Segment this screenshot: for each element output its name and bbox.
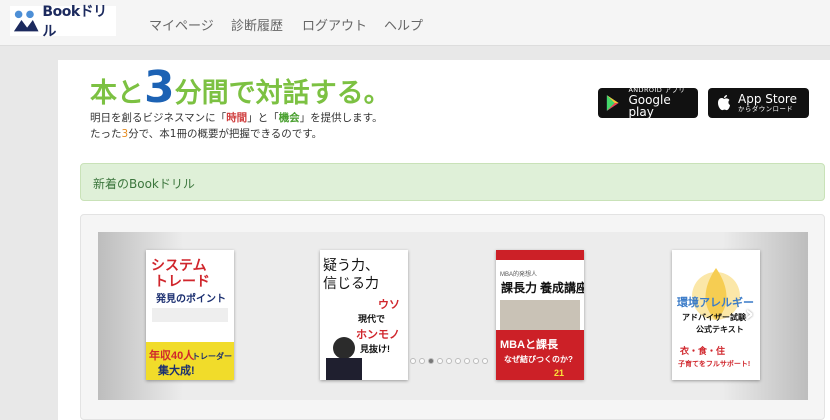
- navbar: Bookドリル マイページ 診断履歴 ログアウト ヘルプ: [0, 0, 830, 46]
- carousel-dot[interactable]: [437, 358, 443, 364]
- brand-name: Bookドリル: [42, 4, 107, 40]
- carousel-next-icon[interactable]: ›: [745, 302, 754, 327]
- google-play-button[interactable]: ANDROID アプリ Google play: [598, 87, 698, 119]
- new-books-header: 新着のBookドリル: [80, 163, 825, 201]
- svg-text:アドバイザー試験: アドバイザー試験: [682, 312, 747, 322]
- hero-subline-2: たった3分で、本1冊の概要が把握できるのです。: [90, 128, 323, 140]
- carousel-dot[interactable]: [482, 358, 488, 364]
- book-cover-2-art: 疑う力、 信じる力 ウソ 現代で ホンモノ 見抜け!: [320, 250, 408, 380]
- carousel-indicators: [410, 358, 488, 364]
- svg-text:集大成!: 集大成!: [157, 363, 195, 377]
- apple-icon: [718, 95, 730, 111]
- brand-logo[interactable]: Bookドリル: [10, 4, 116, 40]
- svg-text:トレーダー: トレーダー: [192, 351, 232, 361]
- svg-text:子育てをフルサポート!: 子育てをフルサポート!: [678, 359, 750, 368]
- svg-text:システム: システム: [151, 257, 207, 273]
- svg-text:ホンモノ: ホンモノ: [356, 328, 400, 341]
- svg-text:見抜け!: 見抜け!: [359, 343, 390, 354]
- book-carousel[interactable]: システム トレード 発見のポイント 年収40人 トレーダー 集大成! 疑う力、 …: [98, 232, 808, 400]
- carousel-dot[interactable]: [464, 358, 470, 364]
- svg-text:MBAと課長: MBAと課長: [500, 337, 559, 351]
- hero-subline-1: 明日を創るビジネスマンに「時間」と「機会」を提供します。: [90, 112, 383, 124]
- svg-text:衣・食・住: 衣・食・住: [680, 345, 725, 356]
- svg-text:トレード: トレード: [154, 273, 210, 289]
- nav-mypage[interactable]: マイページ: [149, 15, 214, 34]
- svg-text:環境アレルギー: 環境アレルギー: [677, 295, 754, 309]
- book-cover-2[interactable]: 疑う力、 信じる力 ウソ 現代で ホンモノ 見抜け!: [320, 250, 408, 380]
- svg-text:信じる力: 信じる力: [323, 276, 379, 292]
- svg-text:公式テキスト: 公式テキスト: [696, 324, 744, 334]
- new-books-title: 新着のBookドリル: [93, 177, 195, 191]
- svg-text:なぜ結びつくのか?: なぜ結びつくのか?: [504, 354, 573, 364]
- google-play-icon: [606, 95, 619, 111]
- carousel-dot[interactable]: [428, 358, 434, 364]
- carousel-dot[interactable]: [446, 358, 452, 364]
- hero-tagline: 本と3分間で対話する。: [90, 62, 391, 113]
- logo-icon: [13, 10, 39, 32]
- carousel-dot[interactable]: [455, 358, 461, 364]
- svg-text:疑う力、: 疑う力、: [323, 258, 379, 274]
- book-cover-3[interactable]: MBA的発想人 課長力 養成講座 MBAと課長 なぜ結びつくのか? 21: [496, 250, 584, 380]
- nav-help[interactable]: ヘルプ: [384, 15, 423, 34]
- book-cover-1[interactable]: システム トレード 発見のポイント 年収40人 トレーダー 集大成!: [146, 250, 234, 380]
- svg-text:課長力 養成講座: 課長力 養成講座: [501, 280, 584, 295]
- nav-history[interactable]: 診断履歴: [231, 15, 283, 34]
- carousel-dot[interactable]: [419, 358, 425, 364]
- carousel-dot[interactable]: [473, 358, 479, 364]
- app-store-button[interactable]: App Store からダウンロード: [708, 88, 809, 118]
- book-cover-1-art: システム トレード 発見のポイント 年収40人 トレーダー 集大成!: [146, 250, 234, 380]
- svg-text:現代で: 現代で: [358, 313, 385, 324]
- svg-text:21: 21: [554, 368, 564, 378]
- svg-text:ウソ: ウソ: [378, 298, 400, 311]
- nav-logout[interactable]: ログアウト: [302, 15, 367, 34]
- svg-text:MBA的発想人: MBA的発想人: [500, 270, 537, 278]
- svg-text:年収40人: 年収40人: [149, 348, 195, 362]
- book-cover-3-art: MBA的発想人 課長力 養成講座 MBAと課長 なぜ結びつくのか? 21: [496, 250, 584, 380]
- svg-text:発見のポイント: 発見のポイント: [155, 292, 226, 305]
- carousel-dot[interactable]: [410, 358, 416, 364]
